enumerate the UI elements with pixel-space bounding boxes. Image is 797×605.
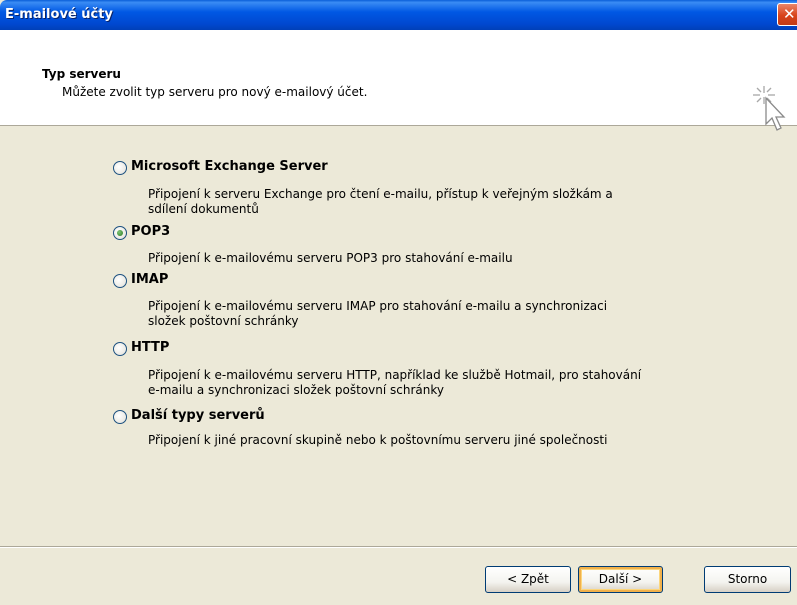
option-description: Připojení k jiné pracovní skupině nebo k…	[148, 433, 608, 447]
option-description: Připojení k e-mailovému serveru POP3 pro…	[148, 251, 513, 265]
dialog-window: E-mailové účty ✕ Typ serveru Můžete zvol…	[0, 0, 797, 605]
radio-exchange[interactable]	[113, 161, 127, 175]
radio-imap[interactable]	[113, 274, 127, 288]
option-label[interactable]: Microsoft Exchange Server	[131, 159, 328, 174]
back-button[interactable]: < Zpět	[485, 566, 571, 593]
option-label[interactable]: POP3	[131, 224, 170, 239]
close-button[interactable]: ✕	[777, 3, 797, 26]
radio-other[interactable]	[113, 410, 127, 424]
next-button[interactable]: Další >	[578, 566, 663, 593]
option-description: Připojení k e-mailovému serveru HTTP, na…	[148, 368, 642, 397]
separator-highlight	[0, 547, 797, 548]
radio-pop3[interactable]	[113, 226, 127, 240]
option-description: Připojení k serveru Exchange pro čtení e…	[148, 187, 613, 216]
radio-http[interactable]	[113, 342, 127, 356]
page-title: Typ serveru	[42, 67, 121, 81]
option-description: Připojení k e-mailovému serveru IMAP pro…	[148, 299, 608, 328]
window-title: E-mailové účty	[5, 7, 113, 22]
option-label[interactable]: IMAP	[131, 272, 168, 287]
page-subtitle: Můžete zvolit typ serveru pro nový e-mai…	[62, 85, 368, 99]
close-icon: ✕	[783, 5, 796, 23]
cancel-button[interactable]: Storno	[704, 566, 791, 593]
wizard-header: Typ serveru Můžete zvolit typ serveru pr…	[0, 30, 797, 131]
option-label[interactable]: HTTP	[131, 340, 169, 355]
option-label[interactable]: Další typy serverů	[131, 408, 265, 423]
title-bar[interactable]: E-mailové účty ✕	[0, 0, 797, 30]
wizard-cursor-icon	[753, 86, 786, 131]
